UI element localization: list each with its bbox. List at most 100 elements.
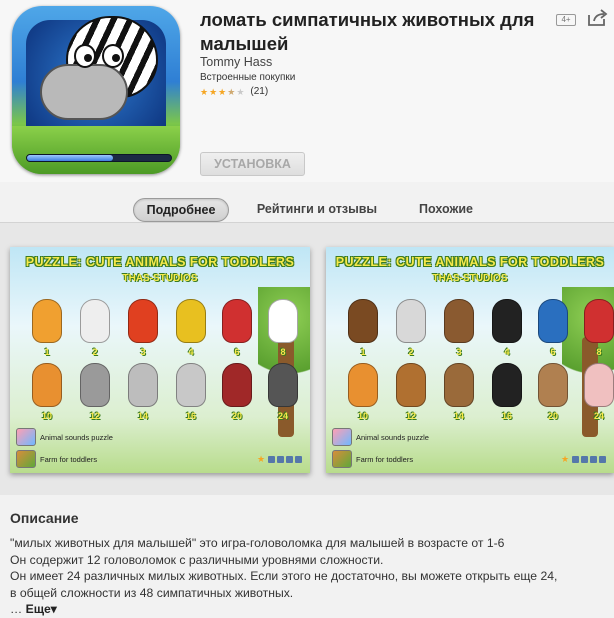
puzzle-number: 4 (188, 347, 194, 357)
puzzle-number: 16 (185, 411, 196, 421)
puzzle-animal (222, 299, 252, 343)
developer-link[interactable]: Tommy Hass (200, 55, 272, 69)
star-icon: ★ (200, 86, 209, 97)
puzzle-animal (32, 363, 62, 407)
puzzle-animal (80, 299, 110, 343)
puzzle-number: 14 (453, 411, 464, 421)
rating-count: (21) (250, 86, 269, 97)
description-line: в общей сложности из 48 симпатичных живо… (10, 585, 294, 600)
farm-toddlers-link[interactable]: Farm for toddlers (332, 449, 413, 469)
puzzle-number: 6 (550, 347, 556, 357)
in-app-purchases-label: Встроенные покупки (200, 72, 296, 83)
app-header: ломать симпатичных животных для малышей … (0, 0, 614, 182)
social-icons: ★ (257, 454, 302, 464)
star-icon: ★ (257, 454, 266, 464)
puzzle-animal (444, 299, 474, 343)
puzzle-number: 8 (596, 347, 602, 357)
screenshot-studio: THAS-STUDIOS (432, 273, 508, 284)
rating-row[interactable]: ★ ★ ★ ★ ★ (21) (200, 86, 268, 97)
animal-sounds-label: Animal sounds puzzle (40, 432, 113, 442)
screenshot-2[interactable]: PUZZLE: CUTE ANIMALS FOR TODDLERS THAS-S… (326, 247, 614, 473)
puzzle-number: 3 (456, 347, 462, 357)
puzzle-animal (444, 363, 474, 407)
description-heading: Описание (10, 510, 79, 526)
description-line: "милых животных для малышей" это игра-го… (10, 536, 505, 550)
puzzle-animal (268, 363, 298, 407)
puzzle-number: 12 (405, 411, 416, 421)
puzzle-animal (128, 363, 158, 407)
screenshot-1[interactable]: PUZZLE: CUTE ANIMALS FOR TODDLERS THAS-S… (10, 247, 310, 473)
description-ellipsis: … (10, 602, 23, 616)
farm-thumb (16, 450, 36, 468)
animal-sounds-link[interactable]: Animal sounds puzzle (16, 427, 113, 447)
puzzle-number: 1 (44, 347, 50, 357)
puzzle-number: 16 (501, 411, 512, 421)
screenshot-title: PUZZLE: CUTE ANIMALS FOR TODDLERS (25, 255, 295, 269)
puzzle-number: 6 (234, 347, 240, 357)
farm-thumb (332, 450, 352, 468)
animal-sounds-thumb (332, 428, 352, 446)
app-title: ломать симпатичных животных для малышей (200, 9, 535, 54)
social-icon (277, 456, 284, 463)
star-icon: ★ (561, 454, 570, 464)
puzzle-animal (32, 299, 62, 343)
puzzle-number: 20 (231, 411, 242, 421)
social-icon (286, 456, 293, 463)
star-icon: ★ (209, 86, 218, 97)
puzzle-animal (538, 299, 568, 343)
share-icon[interactable] (586, 8, 608, 28)
icon-grass (12, 126, 180, 174)
puzzle-animal (222, 363, 252, 407)
puzzle-animal (348, 363, 378, 407)
puzzle-number: 4 (504, 347, 510, 357)
star-icon: ★ (218, 86, 227, 97)
social-icon (599, 456, 606, 463)
puzzle-animal (80, 363, 110, 407)
puzzle-animal (176, 363, 206, 407)
puzzle-animal (348, 299, 378, 343)
farm-toddlers-link[interactable]: Farm for toddlers (16, 449, 97, 469)
tab-details[interactable]: Подробнее (133, 198, 229, 222)
animal-sounds-link[interactable]: Animal sounds puzzle (332, 427, 429, 447)
screenshot-title: PUZZLE: CUTE ANIMALS FOR TODDLERS (335, 255, 605, 269)
social-icon (590, 456, 597, 463)
puzzle-number: 8 (280, 347, 286, 357)
screenshot-gallery[interactable]: PUZZLE: CUTE ANIMALS FOR TODDLERS THAS-S… (0, 223, 614, 495)
puzzle-number: 2 (408, 347, 414, 357)
puzzle-number: 2 (92, 347, 98, 357)
screenshot-studio: THAS-STUDIOS (122, 273, 198, 284)
social-icon (572, 456, 579, 463)
description-line: Он содержит 12 головоломок с различными … (10, 552, 384, 567)
puzzle-animal (492, 299, 522, 343)
puzzle-animal (538, 363, 568, 407)
social-icon (268, 456, 275, 463)
puzzle-number: 24 (277, 411, 288, 421)
farm-label: Farm for toddlers (40, 454, 98, 464)
half-star-icon: ★ (227, 86, 236, 97)
puzzle-number: 3 (140, 347, 146, 357)
description-body: "милых животных для малышей" это игра-го… (10, 535, 610, 618)
zebra-eye-left (74, 44, 96, 68)
puzzle-animal (396, 299, 426, 343)
description-line: Он имеет 24 различных милых животных. Ес… (10, 569, 558, 583)
tab-ratings-reviews[interactable]: Рейтинги и отзывы (244, 198, 390, 222)
puzzle-number: 10 (41, 411, 52, 421)
puzzle-number: 14 (137, 411, 148, 421)
puzzle-animal (492, 363, 522, 407)
puzzle-animal (176, 299, 206, 343)
zebra-eye-right (102, 44, 124, 68)
animal-sounds-thumb (16, 428, 36, 446)
puzzle-number: 24 (593, 411, 604, 421)
puzzle-number: 12 (89, 411, 100, 421)
puzzle-number: 20 (547, 411, 558, 421)
animal-sounds-label: Animal sounds puzzle (356, 432, 429, 442)
rating-stars: ★ ★ ★ ★ ★ (200, 87, 244, 97)
more-link[interactable]: Еще▾ (26, 602, 57, 616)
zebra-app-icon[interactable] (12, 6, 180, 174)
download-progress-fill (27, 155, 114, 161)
puzzle-number: 1 (360, 347, 366, 357)
install-button[interactable]: УСТАНОВКА (200, 152, 305, 176)
empty-star-icon: ★ (236, 86, 245, 97)
tab-related[interactable]: Похожие (408, 198, 484, 222)
puzzle-number: 10 (357, 411, 368, 421)
